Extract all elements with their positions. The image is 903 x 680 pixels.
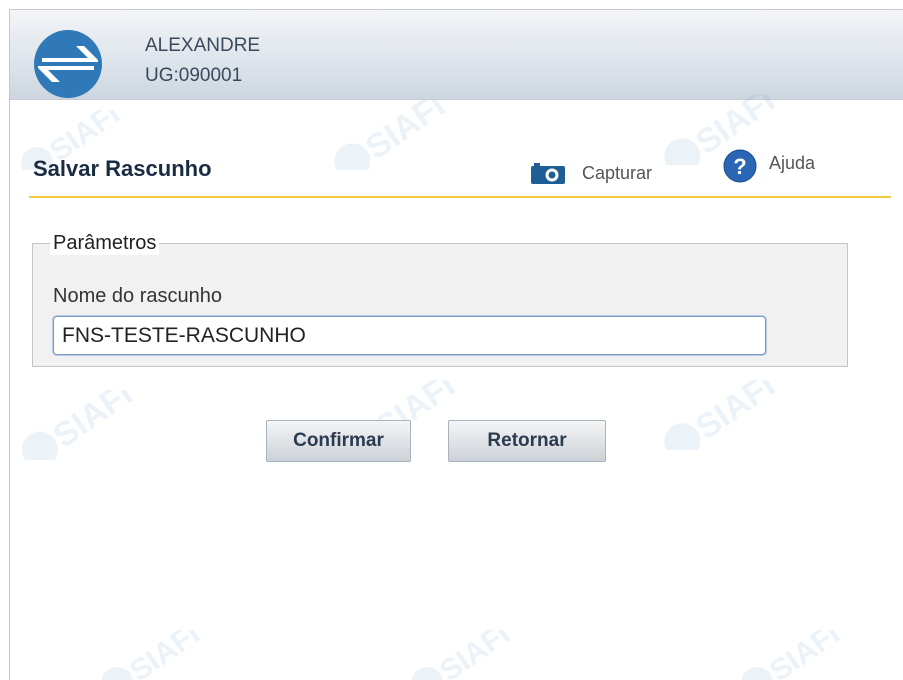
capture-button[interactable]: Capturar: [530, 158, 652, 188]
watermark-siafi-icon: SIAFI: [741, 630, 846, 680]
header-bar: ALEXANDRE UG:090001: [10, 10, 903, 100]
confirm-button[interactable]: Confirmar: [266, 420, 411, 462]
user-ug-code: UG:090001: [145, 65, 243, 86]
svg-text:SIAFI: SIAFI: [434, 630, 516, 680]
user-name: ALEXANDRE: [145, 35, 261, 56]
capture-label: Capturar: [582, 162, 653, 183]
svg-text:SIAFI: SIAFI: [764, 630, 846, 680]
question-circle-icon: ?: [723, 149, 757, 183]
watermark-siafi-icon: SIAFI: [664, 380, 782, 450]
svg-text:?: ?: [733, 154, 746, 179]
watermark-siafi-icon: SIAFI: [21, 390, 139, 460]
draft-name-label: Nome do rascunho: [53, 285, 222, 307]
return-button[interactable]: Retornar: [448, 420, 606, 462]
watermark-siafi-icon: SIAFI: [101, 630, 206, 680]
help-button[interactable]: ? Ajuda: [723, 149, 815, 189]
watermark-siafi-icon: SIAFI: [411, 630, 516, 680]
help-label: Ajuda: [769, 153, 816, 173]
watermark-siafi-icon: SIAFI: [334, 100, 452, 170]
page-title: Salvar Rascunho: [33, 156, 212, 181]
svg-text:SIAFI: SIAFI: [124, 630, 206, 680]
parameters-legend: Parâmetros: [50, 232, 160, 255]
svg-text:SIAFI: SIAFI: [46, 390, 139, 455]
siafi-logo-icon: [34, 30, 102, 98]
camera-icon: [531, 163, 565, 184]
title-divider: [29, 196, 891, 198]
draft-name-input[interactable]: [53, 316, 766, 355]
svg-text:SIAFI: SIAFI: [359, 100, 452, 167]
svg-text:SIAFI: SIAFI: [689, 380, 782, 447]
app-window: ALEXANDRE UG:090001 SIAFI SIAFI SIAFI SI…: [9, 9, 903, 680]
